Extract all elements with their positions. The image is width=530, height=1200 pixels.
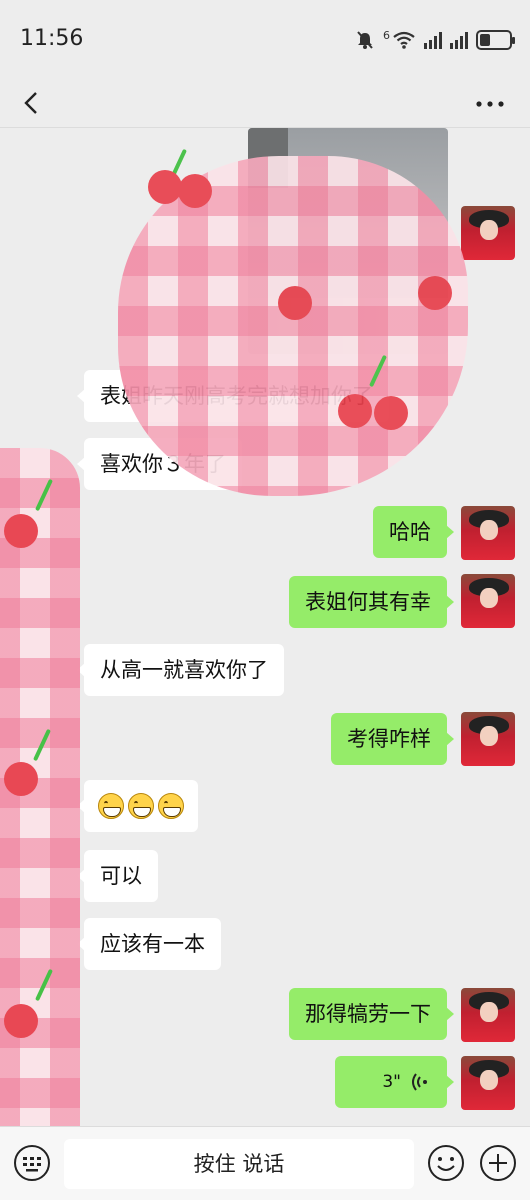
received-message[interactable]: 表姐昨天刚高考完就想加你了 [77, 370, 389, 422]
voice-wave-icon [412, 1073, 427, 1091]
sent-message[interactable]: 表姐何其有幸 [289, 576, 454, 628]
more-dots-icon[interactable] [470, 84, 510, 124]
received-message[interactable]: 从高一就喜欢你了 [77, 644, 284, 696]
my-avatar[interactable] [461, 506, 515, 560]
network-type-label: 6 [383, 28, 390, 42]
bell-muted-icon [357, 31, 373, 49]
image-message[interactable] [248, 128, 448, 354]
status-bar: 11:56 6 [0, 0, 530, 80]
status-icons: 6 [355, 28, 515, 52]
sent-message[interactable]: 哈哈 [373, 506, 454, 558]
received-message[interactable]: 应该有一本 [77, 918, 221, 970]
chevron-left-icon[interactable] [14, 84, 54, 124]
sent-message[interactable]: 那得犒劳一下 [289, 988, 454, 1040]
input-bar: 按住 说话 [0, 1126, 530, 1200]
my-avatar[interactable] [461, 206, 515, 260]
my-avatar[interactable] [461, 712, 515, 766]
chat-header [0, 80, 530, 128]
signal-bars-2-icon [450, 31, 468, 49]
sent-message[interactable]: 考得咋样 [331, 713, 454, 765]
grinning-face-icon [128, 793, 154, 819]
received-emoji-message[interactable] [77, 780, 198, 832]
grinning-face-icon [158, 793, 184, 819]
wifi-icon [393, 31, 415, 49]
grinning-face-icon [98, 793, 124, 819]
received-message[interactable]: 喜欢你３年了 [77, 438, 242, 490]
received-message[interactable]: 可以 [77, 850, 158, 902]
hold-to-talk-button[interactable]: 按住 说话 [64, 1139, 414, 1189]
battery-icon [476, 30, 515, 50]
cherry-sticker-overlay [0, 448, 80, 1126]
voice-duration: 3" [382, 1072, 401, 1092]
status-time: 11:56 [20, 26, 84, 51]
plus-circle-icon[interactable] [478, 1143, 518, 1183]
my-avatar[interactable] [461, 988, 515, 1042]
signal-bars-icon [424, 31, 442, 49]
voice-message[interactable]: 3" [335, 1056, 454, 1108]
my-avatar[interactable] [461, 1056, 515, 1110]
keyboard-icon[interactable] [12, 1143, 52, 1183]
smile-icon[interactable] [426, 1143, 466, 1183]
my-avatar[interactable] [461, 574, 515, 628]
chat-message-list[interactable]: 表姐昨天刚高考完就想加你了 喜欢你３年了 哈哈 表姐何其有幸 从高一就喜欢你了 … [0, 128, 530, 1126]
